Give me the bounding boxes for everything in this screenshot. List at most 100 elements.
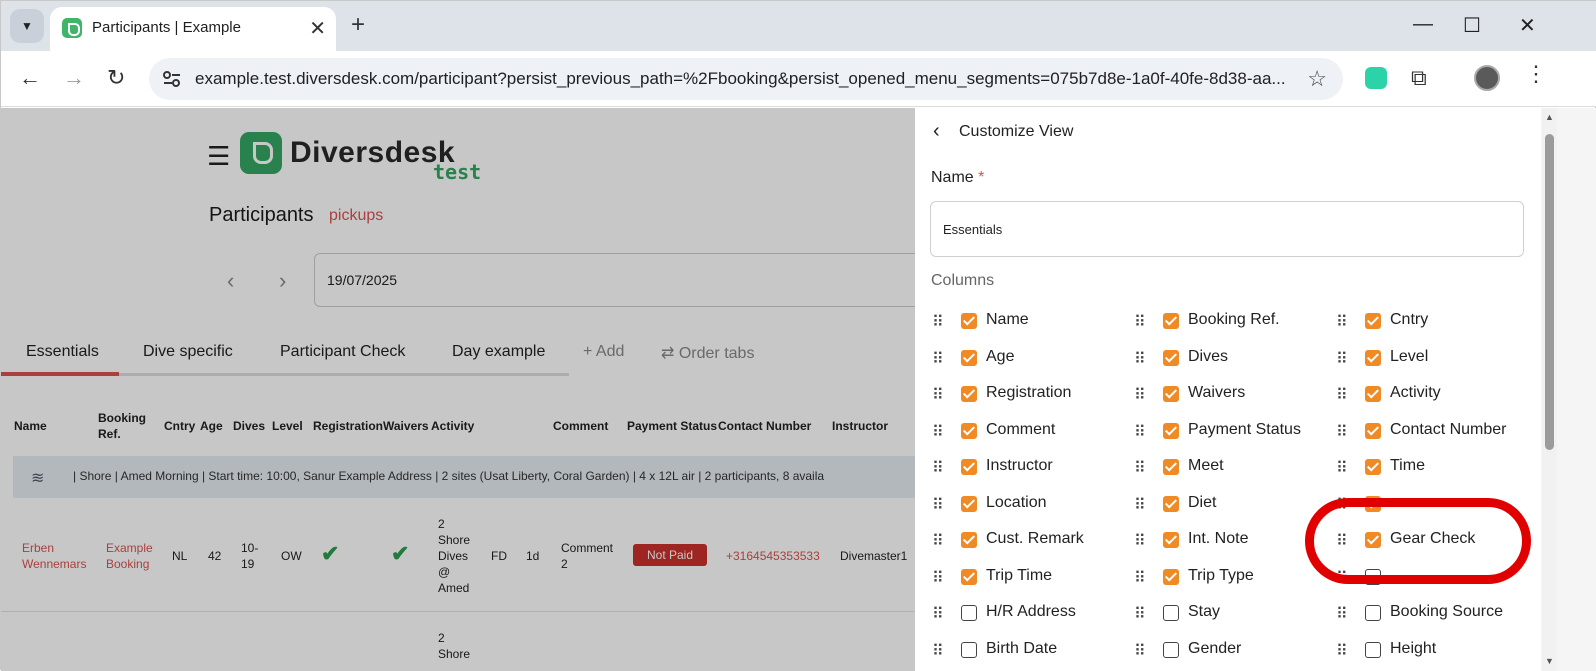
drag-handle-icon[interactable]: ⠿	[932, 312, 944, 332]
booking-link[interactable]: Example	[106, 541, 153, 555]
th-instructor[interactable]: Instructor	[832, 419, 888, 433]
drag-handle-icon[interactable]: ⠿	[932, 641, 944, 661]
column-option[interactable]: ⠿ Gender	[1134, 639, 1324, 663]
window-close-icon[interactable]: ✕	[1519, 13, 1536, 38]
drag-handle-icon[interactable]: ⠿	[1336, 349, 1348, 369]
column-checkbox[interactable]	[961, 459, 977, 475]
column-option[interactable]: ⠿ H/R Address	[932, 602, 1122, 626]
puzzle-extensions-icon[interactable]: ⧉	[1411, 65, 1427, 91]
th-waivers[interactable]: Waivers	[383, 419, 429, 433]
th-cntry[interactable]: Cntry	[164, 419, 195, 433]
column-checkbox[interactable]	[1365, 642, 1381, 658]
th-booking-ref-2[interactable]: Ref.	[98, 427, 121, 441]
drag-handle-icon[interactable]: ⠿	[1336, 641, 1348, 661]
column-checkbox[interactable]	[1163, 313, 1179, 329]
column-checkbox[interactable]	[1365, 386, 1381, 402]
th-contact-number[interactable]: Contact Number	[718, 419, 811, 433]
column-option[interactable]: ⠿ Contact Number	[1336, 420, 1526, 444]
reload-icon[interactable]: ↻	[107, 65, 125, 91]
column-checkbox[interactable]	[961, 423, 977, 439]
chevron-right-icon[interactable]: ›	[279, 268, 286, 294]
maximize-icon[interactable]: ☐	[1463, 13, 1481, 38]
drag-handle-icon[interactable]: ⠿	[1134, 385, 1146, 405]
column-checkbox[interactable]	[961, 496, 977, 512]
view-name-input[interactable]: Essentials	[930, 201, 1524, 257]
payment-status-badge[interactable]: Not Paid	[633, 544, 707, 566]
column-option[interactable]: ⠿ Birth Date	[932, 639, 1122, 663]
drag-handle-icon[interactable]: ⠿	[1336, 312, 1348, 332]
column-checkbox[interactable]	[1163, 386, 1179, 402]
drag-handle-icon[interactable]: ⠿	[1134, 604, 1146, 624]
scrollbar-thumb[interactable]	[1545, 134, 1554, 450]
column-option[interactable]: ⠿ Stay	[1134, 602, 1324, 626]
column-checkbox[interactable]	[961, 532, 977, 548]
column-option[interactable]: ⠿ Int. Note	[1134, 529, 1324, 553]
column-option[interactable]: ⠿ Comment	[932, 420, 1122, 444]
column-checkbox[interactable]	[961, 569, 977, 585]
column-checkbox[interactable]	[1163, 569, 1179, 585]
bookmark-star-icon[interactable]: ☆	[1307, 66, 1327, 92]
close-icon[interactable]: ✕	[309, 16, 326, 41]
column-option[interactable]: ⠿ Waivers	[1134, 383, 1324, 407]
column-checkbox[interactable]	[1365, 313, 1381, 329]
drag-handle-icon[interactable]: ⠿	[1134, 312, 1146, 332]
back-arrow-icon[interactable]: ←	[19, 65, 41, 91]
drag-handle-icon[interactable]: ⠿	[1134, 422, 1146, 442]
column-checkbox[interactable]	[1163, 459, 1179, 475]
column-option[interactable]: ⠿ Instructor	[932, 456, 1122, 480]
column-option[interactable]: ⠿ Payment Status	[1134, 420, 1324, 444]
column-checkbox[interactable]	[1365, 605, 1381, 621]
participant-name-2[interactable]: Wennemars	[22, 557, 86, 571]
column-checkbox[interactable]	[1163, 350, 1179, 366]
date-field[interactable]: 19/07/2025	[314, 253, 954, 307]
more-menu-icon[interactable]: ⋮	[1525, 61, 1547, 87]
order-tabs-button[interactable]: ⇄ Order tabs	[661, 343, 754, 363]
column-option[interactable]: ⠿ Diet	[1134, 493, 1324, 517]
column-checkbox[interactable]	[1365, 423, 1381, 439]
column-checkbox[interactable]	[1163, 642, 1179, 658]
tab-day-example[interactable]: Day example	[452, 343, 545, 361]
column-checkbox[interactable]	[1163, 532, 1179, 548]
new-tab-icon[interactable]: +	[351, 11, 365, 39]
column-checkbox[interactable]	[961, 605, 977, 621]
column-option[interactable]: ⠿ Trip Type	[1134, 566, 1324, 590]
column-option[interactable]: ⠿ Level	[1336, 347, 1526, 371]
column-option[interactable]: ⠿ Cust. Remark	[932, 529, 1122, 553]
column-option[interactable]: ⠿ Trip Time	[932, 566, 1122, 590]
column-checkbox[interactable]	[1163, 496, 1179, 512]
column-checkbox[interactable]	[1365, 350, 1381, 366]
tab-essentials[interactable]: Essentials	[26, 343, 99, 361]
scroll-up-icon[interactable]: ▲	[1545, 112, 1554, 122]
column-option[interactable]: ⠿ Height	[1336, 639, 1526, 663]
table-row[interactable]: 2 Shore	[1, 613, 915, 671]
th-registration[interactable]: Registration	[313, 419, 383, 433]
add-tab-button[interactable]: + Add	[583, 343, 624, 361]
forward-arrow-icon[interactable]: →	[63, 65, 85, 91]
drag-handle-icon[interactable]: ⠿	[1134, 641, 1146, 661]
column-option[interactable]: ⠿ Time	[1336, 456, 1526, 480]
column-checkbox[interactable]	[961, 350, 977, 366]
th-age[interactable]: Age	[200, 419, 223, 433]
contact-number-link[interactable]: +3164545353533	[726, 549, 820, 563]
participant-name[interactable]: Erben	[22, 541, 54, 555]
drag-handle-icon[interactable]: ⠿	[1134, 568, 1146, 588]
drag-handle-icon[interactable]: ⠿	[1134, 349, 1146, 369]
drag-handle-icon[interactable]: ⠿	[1134, 495, 1146, 515]
th-booking-ref[interactable]: Booking	[98, 411, 146, 425]
th-dives[interactable]: Dives	[233, 419, 265, 433]
site-settings-icon[interactable]	[161, 68, 183, 90]
drag-handle-icon[interactable]: ⠿	[932, 349, 944, 369]
column-option[interactable]: ⠿ Dives	[1134, 347, 1324, 371]
drag-handle-icon[interactable]: ⠿	[1336, 604, 1348, 624]
column-checkbox[interactable]	[1163, 423, 1179, 439]
panel-scrollbar[interactable]: ▲ ▼	[1542, 108, 1557, 671]
column-option[interactable]: ⠿ Cntry	[1336, 310, 1526, 334]
drag-handle-icon[interactable]: ⠿	[1134, 458, 1146, 478]
column-option[interactable]: ⠿ Activity	[1336, 383, 1526, 407]
hamburger-menu-icon[interactable]: ☰	[207, 141, 230, 172]
drag-handle-icon[interactable]: ⠿	[932, 495, 944, 515]
th-comment[interactable]: Comment	[553, 419, 608, 433]
th-payment-status[interactable]: Payment Status	[627, 419, 717, 433]
minimize-icon[interactable]: —	[1413, 13, 1433, 36]
drag-handle-icon[interactable]: ⠿	[1336, 385, 1348, 405]
